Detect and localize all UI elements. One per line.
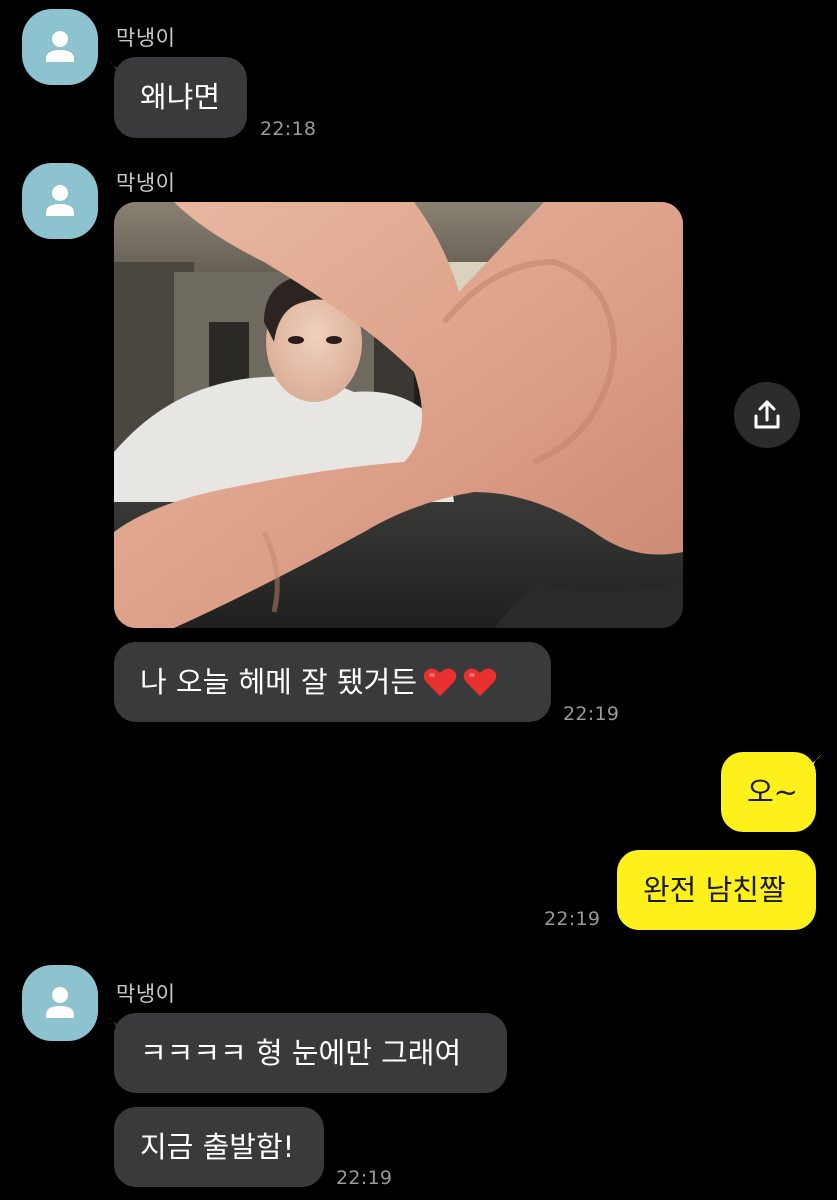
message-bubble[interactable]: 완전 남친짤 <box>617 850 816 930</box>
message-timestamp: 22:19 <box>336 1167 393 1189</box>
sender-name: 막냉이 <box>116 26 176 50</box>
sender-name: 막냉이 <box>116 171 176 195</box>
photo-attachment[interactable] <box>114 202 683 628</box>
share-icon <box>754 400 780 429</box>
share-button[interactable] <box>734 382 800 448</box>
message-bubble[interactable]: 왜냐면 <box>114 57 247 138</box>
message-text: 나 오늘 헤메 잘 됐거든 <box>140 664 417 699</box>
message-bubble[interactable]: 지금 출발함! <box>114 1107 324 1187</box>
avatar[interactable] <box>22 163 98 239</box>
avatar[interactable] <box>22 9 98 85</box>
person-icon <box>46 31 74 62</box>
heart-icon <box>423 667 457 697</box>
person-icon <box>46 987 74 1018</box>
message-timestamp: 22:18 <box>260 118 317 140</box>
message-bubble[interactable]: 오~ <box>721 752 816 832</box>
message-timestamp: 22:19 <box>544 908 601 930</box>
message-bubble[interactable]: 나 오늘 헤메 잘 됐거든 <box>114 642 551 722</box>
person-icon <box>46 185 74 216</box>
avatar[interactable] <box>22 965 98 1041</box>
message-bubble[interactable]: ㅋㅋㅋㅋ 형 눈에만 그래여 <box>114 1013 507 1093</box>
heart-icon <box>463 667 497 697</box>
message-timestamp: 22:19 <box>563 703 620 725</box>
sender-name: 막냉이 <box>116 982 176 1006</box>
